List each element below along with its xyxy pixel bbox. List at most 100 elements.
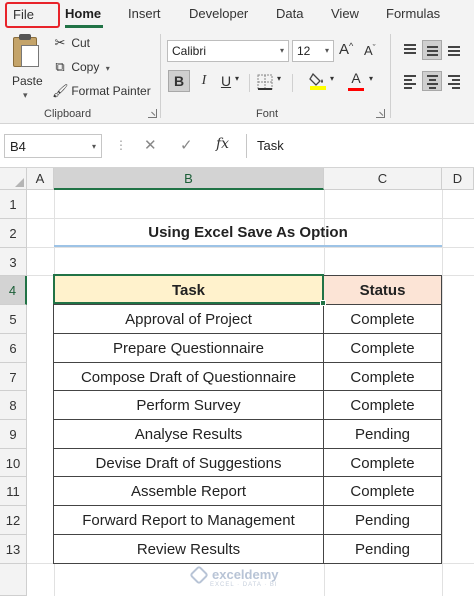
chevron-down-icon: ▾ (105, 64, 110, 73)
cut-label: Cut (71, 36, 91, 50)
tab-developer[interactable]: Developer (189, 6, 248, 21)
copy-label: Copy (71, 60, 100, 74)
column-header-a[interactable]: A (27, 168, 54, 190)
row-header-1[interactable]: 1 (0, 190, 27, 219)
task-cell[interactable]: Assemble Report (53, 477, 324, 506)
fill-handle[interactable] (320, 300, 326, 306)
bold-button[interactable]: B (168, 70, 190, 92)
clipboard-group-label: Clipboard (44, 108, 92, 120)
ribbon-tab-bar: File Home Insert Developer Data View For… (0, 0, 474, 28)
task-cell[interactable]: Perform Survey (53, 391, 324, 420)
paste-button[interactable]: Paste ▾ (6, 34, 48, 104)
tab-formulas[interactable]: Formulas (386, 6, 440, 21)
cancel-icon[interactable]: ✕ (144, 136, 157, 154)
tab-file[interactable]: File (5, 2, 60, 28)
row-header-9[interactable]: 9 (0, 420, 27, 449)
status-cell[interactable]: Pending (324, 506, 442, 535)
format-painter-label: Format Painter (71, 84, 151, 98)
row-header-13[interactable]: 13 (0, 535, 27, 564)
borders-button[interactable] (256, 74, 274, 90)
formula-input[interactable]: Task (246, 134, 474, 158)
table-header-status[interactable]: Status (324, 275, 442, 305)
underline-button[interactable]: U (218, 73, 234, 89)
font-color-icon: A (351, 70, 361, 86)
tab-view[interactable]: View (331, 6, 359, 21)
row-header-8[interactable]: 8 (0, 391, 27, 420)
task-cell[interactable]: Devise Draft of Suggestions (53, 449, 324, 477)
enter-icon[interactable]: ✓ (180, 136, 193, 154)
align-center-button[interactable] (422, 71, 442, 91)
status-cell[interactable]: Complete (324, 477, 442, 506)
task-cell[interactable]: Forward Report to Management (53, 506, 324, 535)
formula-bar-grip-icon[interactable]: ⋮ (115, 138, 127, 152)
row-header-12[interactable]: 12 (0, 506, 27, 535)
row-header-3[interactable]: 3 (0, 248, 27, 276)
scissors-icon: ✂ (54, 35, 66, 50)
font-size-select[interactable]: 12 ▾ (292, 40, 334, 62)
watermark-tagline: EXCEL · DATA · BI (210, 582, 278, 588)
italic-button[interactable]: I (196, 73, 212, 89)
group-divider (390, 34, 391, 118)
font-dialog-launcher-icon[interactable] (376, 109, 385, 118)
row-header-5[interactable]: 5 (0, 305, 27, 334)
column-header-d[interactable]: D (442, 168, 474, 190)
status-cell[interactable]: Complete (324, 449, 442, 477)
group-divider (160, 34, 161, 118)
chevron-down-icon[interactable]: ▾ (235, 74, 239, 83)
status-cell[interactable]: Pending (324, 535, 442, 564)
font-group-label: Font (256, 108, 279, 120)
chevron-down-icon[interactable]: ▾ (369, 74, 373, 83)
row-header-4[interactable]: 4 (0, 276, 27, 305)
row-header-7[interactable]: 7 (0, 363, 27, 391)
clipboard-dialog-launcher-icon[interactable] (148, 109, 157, 118)
paste-label: Paste (12, 74, 43, 88)
status-cell[interactable]: Pending (324, 420, 442, 449)
task-cell[interactable]: Analyse Results (53, 420, 324, 449)
align-middle-button[interactable] (422, 40, 442, 60)
status-cell[interactable]: Complete (324, 334, 442, 363)
tab-data[interactable]: Data (276, 6, 303, 21)
chevron-down-icon: ▾ (91, 142, 96, 151)
status-cell[interactable]: Complete (324, 363, 442, 391)
copy-button[interactable]: ⧉ Copy ▾ (52, 59, 110, 77)
column-header-c[interactable]: C (324, 168, 442, 190)
chevron-down-icon[interactable]: ▾ (330, 74, 334, 83)
font-name-select[interactable]: Calibri ▾ (167, 40, 289, 62)
name-box-value: B4 (10, 139, 26, 154)
task-cell[interactable]: Prepare Questionnaire (53, 334, 324, 363)
watermark-text: exceldemy (212, 567, 279, 582)
row-header-6[interactable]: 6 (0, 334, 27, 363)
align-top-button[interactable] (400, 40, 420, 60)
font-color-button[interactable]: A (347, 70, 365, 92)
decrease-font-size-button[interactable]: Aˇ (364, 43, 376, 58)
column-header-b[interactable]: B (54, 168, 324, 190)
chevron-down-icon: ▾ (324, 46, 329, 55)
align-right-button[interactable] (444, 71, 464, 91)
ribbon-home: Paste ▾ ✂ Cut ⧉ Copy ▾ 🖌 Format Painter … (0, 28, 474, 124)
align-bottom-button[interactable] (444, 40, 464, 60)
status-cell[interactable]: Complete (324, 391, 442, 420)
task-cell[interactable]: Compose Draft of Questionnaire (53, 363, 324, 391)
paintbrush-icon: 🖌 (52, 83, 69, 98)
row-header-2[interactable]: 2 (0, 219, 27, 248)
chevron-down-icon: ▾ (23, 90, 28, 100)
increase-font-size-button[interactable]: A^ (339, 41, 353, 58)
task-cell[interactable]: Approval of Project (53, 305, 324, 334)
tab-insert[interactable]: Insert (128, 6, 161, 21)
row-header-14[interactable] (0, 564, 27, 596)
select-all-button[interactable] (0, 168, 27, 190)
format-painter-button[interactable]: 🖌 Format Painter (52, 83, 151, 101)
align-left-button[interactable] (400, 71, 420, 91)
row-header-10[interactable]: 10 (0, 449, 27, 477)
cut-button[interactable]: ✂ Cut (52, 35, 90, 53)
chevron-down-icon[interactable]: ▾ (277, 74, 281, 83)
status-cell[interactable]: Complete (324, 305, 442, 334)
sheet-title[interactable]: Using Excel Save As Option (54, 219, 442, 247)
fill-color-button[interactable] (308, 70, 328, 92)
tab-home[interactable]: Home (65, 6, 101, 21)
task-cell[interactable]: Review Results (53, 535, 324, 564)
insert-function-icon[interactable]: fx (216, 136, 229, 152)
table-header-task[interactable]: Task (53, 275, 324, 305)
row-header-11[interactable]: 11 (0, 477, 27, 506)
name-box[interactable]: B4 ▾ (4, 134, 102, 158)
